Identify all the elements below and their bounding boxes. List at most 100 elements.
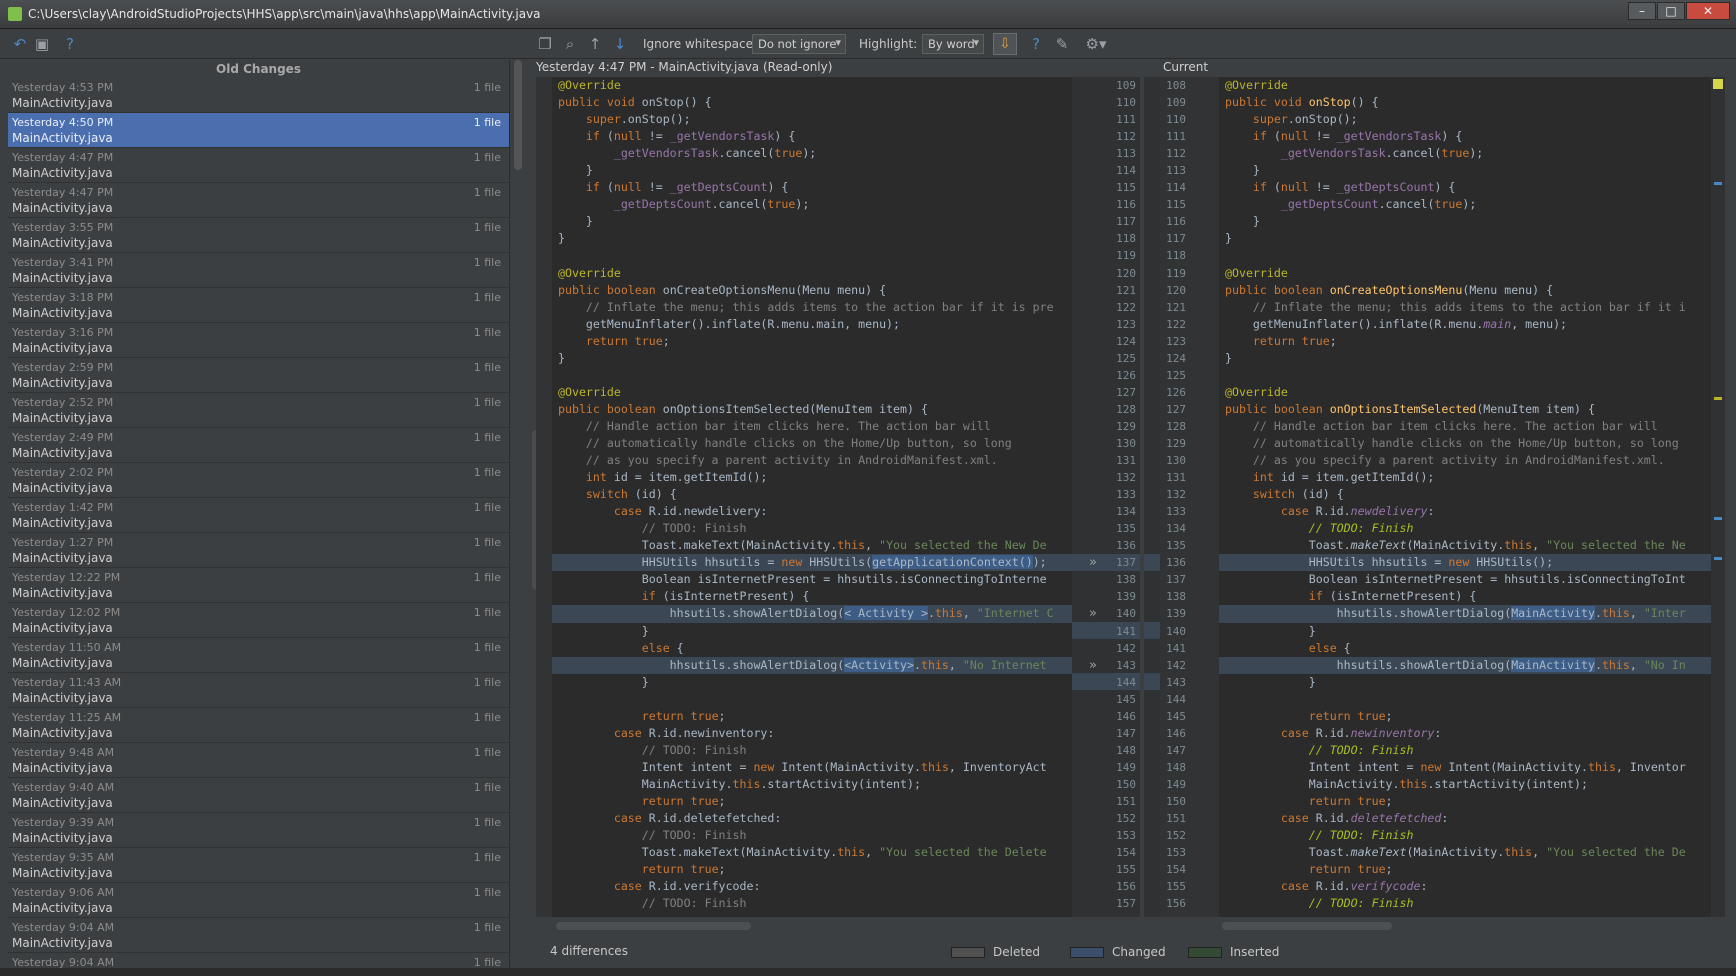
- change-marker[interactable]: [1714, 517, 1722, 520]
- change-file-count: 1 file: [473, 816, 501, 829]
- change-time: Yesterday 3:41 PM: [12, 256, 114, 269]
- apply-change-arrow-icon[interactable]: »: [1086, 554, 1100, 571]
- arrow-slot: [1086, 401, 1100, 418]
- line-number: 133: [1116, 488, 1136, 502]
- arrow-slot: [1086, 265, 1100, 282]
- change-list-item[interactable]: Yesterday 3:16 PM 1 file MainActivity.java: [8, 323, 509, 358]
- code-line: @Override: [558, 78, 621, 92]
- code-line: Boolean isInternetPresent = hhsutils.isC…: [558, 572, 1047, 587]
- code-line: @Override: [558, 265, 621, 280]
- code-line: // Handle action bar item clicks here. T…: [1252, 418, 1658, 433]
- change-list-item[interactable]: Yesterday 9:39 AM 1 file MainActivity.java: [8, 813, 509, 848]
- change-list-item[interactable]: Yesterday 4:53 PM 1 file MainActivity.java: [8, 78, 509, 113]
- change-list-item[interactable]: Yesterday 4:47 PM 1 file MainActivity.java: [8, 148, 509, 183]
- error-stripe[interactable]: [1711, 77, 1725, 917]
- change-file-count: 1 file: [473, 116, 501, 129]
- change-file-name: MainActivity.java: [12, 726, 113, 740]
- change-list-item[interactable]: Yesterday 2:59 PM 1 file MainActivity.java: [8, 358, 509, 393]
- edit-source-icon[interactable]: ✎: [1052, 34, 1072, 54]
- left-horizontal-scrollbar[interactable]: [556, 922, 751, 930]
- arrow-slot: [1086, 810, 1100, 827]
- line-number: 132: [1166, 488, 1186, 502]
- diff-divider[interactable]: [1140, 77, 1144, 917]
- line-number: 151: [1166, 812, 1186, 826]
- change-file-name: MainActivity.java: [12, 341, 113, 355]
- change-list-item[interactable]: Yesterday 4:50 PM 1 file MainActivity.java: [8, 113, 509, 148]
- code-line: // TODO: Finish: [641, 828, 747, 843]
- change-list-item[interactable]: Yesterday 11:50 AM 1 file MainActivity.jav…: [8, 638, 509, 673]
- change-list-item[interactable]: Yesterday 9:04 AM 1 file MainActivity.java: [8, 918, 509, 953]
- change-list-item[interactable]: Yesterday 9:48 AM 1 file MainActivity.java: [8, 743, 509, 778]
- right-editor[interactable]: @Override public void onStop() { super.o…: [1219, 77, 1711, 917]
- change-time: Yesterday 11:25 AM: [12, 711, 122, 724]
- change-file-count: 1 file: [473, 676, 501, 689]
- line-number: 153: [1166, 846, 1186, 860]
- change-file-count: 1 file: [473, 326, 501, 339]
- code-line: return true;: [1308, 793, 1393, 808]
- change-list-item[interactable]: Yesterday 12:22 PM 1 file MainActivity.jav…: [8, 568, 509, 603]
- line-number: 117: [1116, 215, 1136, 229]
- code-line: Toast.makeText(MainActivity.this, "You s…: [558, 845, 1047, 860]
- change-list-item[interactable]: Yesterday 3:18 PM 1 file MainActivity.java: [8, 288, 509, 323]
- apply-change-arrow-icon[interactable]: »: [1086, 605, 1100, 622]
- change-list-item[interactable]: Yesterday 1:27 PM 1 file MainActivity.java: [8, 533, 509, 568]
- code-line: if (null != _getVendorsTask) {: [585, 129, 796, 144]
- change-marker[interactable]: [1714, 557, 1722, 560]
- change-list-item[interactable]: Yesterday 4:47 PM 1 file MainActivity.java: [8, 183, 509, 218]
- legend-deleted: Deleted: [951, 945, 1040, 959]
- change-list-item[interactable]: Yesterday 3:41 PM 1 file MainActivity.java: [8, 253, 509, 288]
- change-list-item[interactable]: Yesterday 9:40 AM 1 file MainActivity.java: [8, 778, 509, 813]
- line-number: 109: [1116, 79, 1136, 92]
- change-marker[interactable]: [1714, 182, 1722, 185]
- old-changes-panel: Old Changes Yesterday 4:53 PM 1 file MainA…: [8, 60, 510, 976]
- highlight-select[interactable]: By word: [922, 34, 984, 54]
- change-list-item[interactable]: Yesterday 1:42 PM 1 file MainActivity.java: [8, 498, 509, 533]
- changed-band: [1144, 622, 1160, 639]
- diff-help-icon[interactable]: ?: [1026, 34, 1046, 54]
- apply-change-arrow-icon[interactable]: »: [1086, 657, 1100, 674]
- line-number: 140: [1166, 624, 1186, 638]
- change-file-name: MainActivity.java: [12, 166, 113, 180]
- create-patch-icon[interactable]: ▣: [32, 34, 52, 54]
- previous-difference-icon[interactable]: ↑: [585, 34, 605, 54]
- change-list-item[interactable]: Yesterday 9:06 AM 1 file MainActivity.java: [8, 883, 509, 918]
- code-line: }: [1225, 231, 1232, 246]
- copy-icon[interactable]: ❐: [535, 34, 555, 54]
- code-line: public boolean onCreateOptionsMenu(Menu …: [558, 282, 887, 297]
- minimize-button[interactable]: –: [1628, 2, 1656, 20]
- maximize-button[interactable]: □: [1657, 2, 1685, 20]
- settings-icon[interactable]: ⚙▾: [1083, 34, 1109, 54]
- help-icon[interactable]: ?: [60, 34, 80, 54]
- change-list-item[interactable]: Yesterday 11:43 AM 1 file MainActivity.jav…: [8, 673, 509, 708]
- change-file-count: 1 file: [473, 186, 501, 199]
- changed-swatch: [1070, 946, 1104, 958]
- change-list-item[interactable]: Yesterday 9:35 AM 1 file MainActivity.java: [8, 848, 509, 883]
- change-file-count: 1 file: [473, 921, 501, 934]
- line-number: 124: [1116, 334, 1136, 348]
- left-editor[interactable]: @Override public void onStop() { super.o…: [552, 77, 1072, 917]
- change-time: Yesterday 9:40 AM: [12, 781, 115, 794]
- change-list-item[interactable]: Yesterday 2:02 PM 1 file MainActivity.java: [8, 463, 509, 498]
- change-file-name: MainActivity.java: [12, 586, 113, 600]
- change-list-item[interactable]: Yesterday 2:49 PM 1 file MainActivity.java: [8, 428, 509, 463]
- arrow-slot: [1086, 162, 1100, 179]
- apply-changes-icon[interactable]: ⇩: [993, 33, 1017, 55]
- change-list-scrollbar[interactable]: [514, 60, 522, 170]
- find-icon[interactable]: ⌕: [560, 34, 580, 54]
- line-number: 155: [1116, 863, 1136, 877]
- close-button[interactable]: ✕: [1686, 2, 1730, 20]
- change-list-item[interactable]: Yesterday 12:02 PM 1 file MainActivity.jav…: [8, 603, 509, 638]
- revert-icon[interactable]: ↶: [10, 34, 30, 54]
- code-line: @Override: [1225, 265, 1288, 280]
- change-list-item[interactable]: Yesterday 3:55 PM 1 file MainActivity.java: [8, 218, 509, 253]
- change-list-item[interactable]: Yesterday 11:25 AM 1 file MainActivity.jav…: [8, 708, 509, 743]
- code-line: else {: [641, 640, 684, 655]
- next-difference-icon[interactable]: ↓: [610, 34, 630, 54]
- change-list-item[interactable]: Yesterday 2:52 PM 1 file MainActivity.java: [8, 393, 509, 428]
- right-horizontal-scrollbar[interactable]: [1222, 922, 1392, 930]
- change-marker[interactable]: [1714, 397, 1722, 400]
- ignore-whitespace-label: Ignore whitespace:: [643, 37, 758, 51]
- ignore-whitespace-select[interactable]: Do not ignore: [752, 34, 846, 54]
- line-number: 157: [1116, 897, 1136, 911]
